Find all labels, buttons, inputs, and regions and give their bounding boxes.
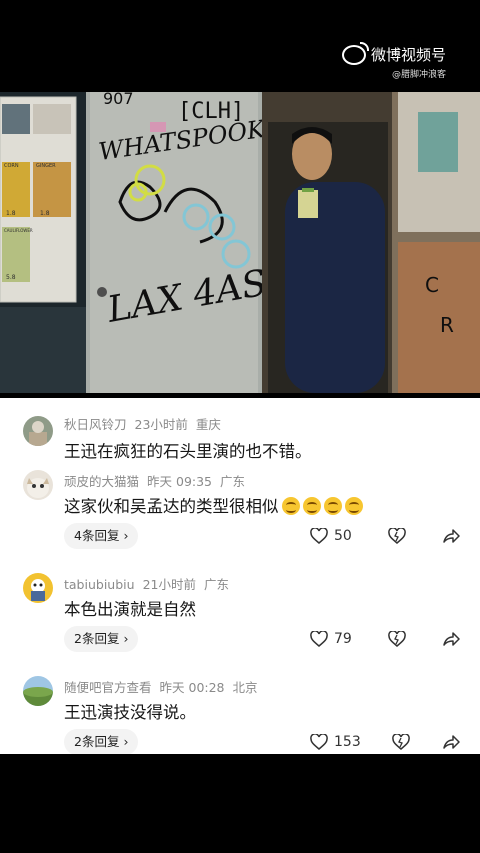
comment-actions: 79	[310, 626, 460, 652]
heart-icon	[310, 734, 328, 750]
comment-meta: 顽皮的大猫猫 昨天 09:35 广东	[64, 471, 253, 490]
replies-count: 4条回复	[74, 528, 120, 543]
like-button[interactable]: 50	[310, 528, 352, 544]
smile-emoji-icon	[281, 497, 300, 515]
comment-text: 本色出演就是自然	[64, 600, 196, 619]
comment-text: 王迅在疯狂的石头里演的也不错。	[64, 442, 312, 461]
dislike-heart-icon[interactable]	[388, 631, 406, 647]
avatar[interactable]	[23, 573, 53, 603]
comment-time: 23小时前	[134, 417, 188, 432]
comment-username[interactable]: tabiubiubiu	[64, 577, 135, 592]
like-button[interactable]: 79	[310, 631, 352, 647]
comment-text: 王迅演技没得说。	[64, 703, 196, 722]
comments-section: 秋日风铃刀 23小时前 重庆 王迅在疯狂的石头里演的也不错。 顽皮的大猫猫 昨天 09…	[0, 398, 480, 755]
comment-actions: 50	[310, 523, 460, 549]
smile-emoji-icon	[344, 497, 363, 515]
chevron-right-icon: ›	[123, 631, 129, 646]
smile-emoji-icon	[323, 497, 342, 515]
comment-meta: 秋日风铃刀 23小时前 重庆	[64, 414, 229, 433]
chevron-right-icon: ›	[123, 528, 129, 543]
replies-count: 2条回复	[74, 734, 120, 749]
dislike-heart-icon[interactable]	[388, 528, 406, 544]
avatar[interactable]	[23, 416, 53, 446]
comment-username[interactable]: 秋日风铃刀	[64, 417, 127, 432]
replies-count: 2条回复	[74, 631, 120, 646]
comment-time: 21小时前	[142, 577, 196, 592]
weibo-logo-icon	[341, 41, 369, 65]
share-icon[interactable]	[442, 734, 460, 750]
video-frame[interactable]: CORN GINGER CAULIFLOWER 1.8 1.8 5.8 907 …	[0, 92, 480, 393]
comment-actions: 153	[310, 729, 460, 755]
bottom-black-bar	[0, 754, 480, 853]
chevron-right-icon: ›	[123, 734, 129, 749]
comment-meta: tabiubiubiu 21小时前 广东	[64, 574, 237, 593]
comment-time: 昨天 00:28	[159, 680, 225, 695]
heart-icon	[310, 528, 328, 544]
comment-text: 这家伙和吴孟达的类型很相似	[64, 493, 363, 517]
comment-time: 昨天 09:35	[147, 474, 213, 489]
like-count: 153	[334, 734, 361, 750]
comment-location: 重庆	[195, 417, 221, 432]
scene-illustration: CORN GINGER CAULIFLOWER 1.8 1.8 5.8 907 …	[0, 92, 480, 393]
heart-icon	[310, 631, 328, 647]
comment-username[interactable]: 顽皮的大猫猫	[64, 474, 139, 489]
comment-username[interactable]: 随便吧官方查看	[64, 680, 152, 695]
dislike-heart-icon[interactable]	[392, 734, 411, 750]
comment-location: 北京	[232, 680, 258, 695]
comment-text-content: 这家伙和吴孟达的类型很相似	[64, 497, 279, 516]
watermark-brand: 微博视频号	[370, 46, 446, 64]
like-count: 79	[334, 631, 352, 647]
share-icon[interactable]	[442, 631, 460, 647]
view-replies-button[interactable]: 2条回复 ›	[64, 729, 139, 755]
like-button[interactable]: 153	[310, 734, 361, 750]
smile-emoji-icon	[302, 497, 321, 515]
share-icon[interactable]	[442, 528, 460, 544]
watermark-user: @腊脚冲浪客	[391, 70, 446, 80]
comment-location: 广东	[220, 474, 246, 489]
view-replies-button[interactable]: 2条回复 ›	[64, 626, 139, 652]
view-replies-button[interactable]: 4条回复 ›	[64, 523, 139, 549]
avatar[interactable]	[23, 676, 53, 706]
comment-meta: 随便吧官方查看 昨天 00:28 北京	[64, 677, 266, 696]
comment-location: 广东	[203, 577, 229, 592]
like-count: 50	[334, 528, 352, 544]
weibo-watermark: 微博视频号 @腊脚冲浪客	[341, 41, 446, 80]
avatar[interactable]	[23, 470, 53, 500]
